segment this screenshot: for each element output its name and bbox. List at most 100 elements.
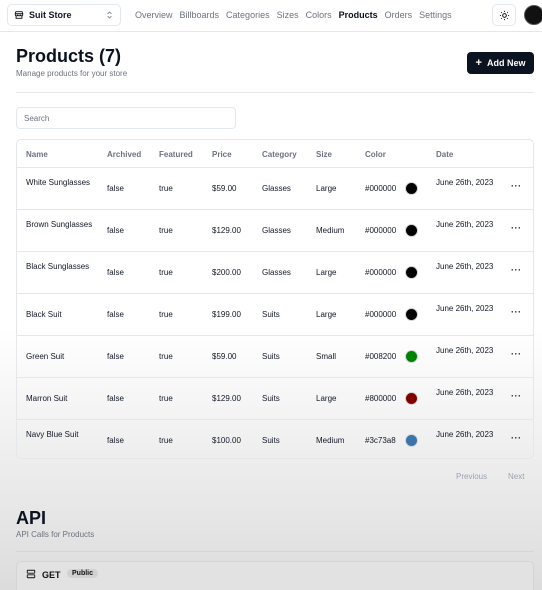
nav-products[interactable]: Products [339, 10, 378, 20]
cell-price: $129.00 [212, 226, 241, 235]
cell-date: June 26th, 2023 [436, 178, 494, 187]
cell-date: June 26th, 2023 [436, 430, 494, 439]
cell-price: $59.00 [212, 184, 237, 193]
column-header-category[interactable]: Category [262, 150, 297, 159]
cell-name: White Sunglasses [26, 178, 91, 187]
nav-colors[interactable]: Colors [306, 10, 332, 20]
nav-categories[interactable]: Categories [226, 10, 270, 20]
color-swatch [405, 182, 418, 195]
cell-category: Suits [262, 310, 280, 319]
user-avatar[interactable] [524, 5, 542, 25]
cell-archived: false [107, 352, 124, 361]
store-switcher-label: Suit Store [29, 10, 72, 20]
cell-color: #000000 [365, 184, 397, 193]
cell-archived: false [107, 184, 124, 193]
nav-sizes[interactable]: Sizes [277, 10, 299, 20]
column-header-name[interactable]: Name [26, 150, 48, 159]
cell-name: Navy Blue Suit [26, 430, 79, 439]
more-horizontal-icon[interactable]: ··· [511, 349, 522, 359]
cell-archived: false [107, 226, 124, 235]
sun-icon [499, 10, 509, 20]
table-row[interactable]: Black Sunglasses false true $200.00 Glasses L… [17, 252, 533, 294]
api-method: GET [42, 570, 61, 580]
table-header: Name Archived Featured Price Category Si… [17, 140, 533, 168]
cell-date: June 26th, 2023 [436, 304, 494, 313]
cell-date: June 26th, 2023 [436, 388, 494, 397]
cell-archived: false [107, 310, 124, 319]
cell-date: June 26th, 2023 [436, 220, 494, 229]
cell-color: #800000 [365, 394, 397, 403]
more-horizontal-icon[interactable]: ··· [511, 265, 522, 275]
cell-category: Glasses [262, 268, 291, 277]
main-nav: Overview Billboards Categories Sizes Col… [135, 0, 459, 30]
cell-category: Suits [262, 352, 280, 361]
color-swatch [405, 266, 418, 279]
chevrons-up-down-icon [107, 11, 112, 19]
color-swatch [405, 392, 418, 405]
cell-size: Large [316, 184, 337, 193]
nav-orders[interactable]: Orders [385, 10, 413, 20]
cell-price: $59.00 [212, 352, 237, 361]
more-horizontal-icon[interactable]: ··· [511, 307, 522, 317]
cell-size: Medium [316, 436, 345, 445]
server-icon [26, 569, 36, 579]
cell-featured: true [159, 268, 173, 277]
cell-size: Small [316, 352, 337, 361]
table-row[interactable]: Brown Sunglasses false true $129.00 Glasses M… [17, 210, 533, 252]
nav-overview[interactable]: Overview [135, 10, 173, 20]
column-header-price[interactable]: Price [212, 150, 232, 159]
color-swatch [405, 308, 418, 321]
more-horizontal-icon[interactable]: ··· [511, 223, 522, 233]
cell-archived: false [107, 268, 124, 277]
cell-size: Large [316, 310, 337, 319]
cell-name: Brown Sunglasses [26, 220, 93, 229]
store-switcher[interactable]: Suit Store [7, 4, 121, 26]
color-swatch [405, 224, 418, 237]
cell-price: $100.00 [212, 436, 241, 445]
nav-settings[interactable]: Settings [419, 10, 452, 20]
api-divider [16, 551, 534, 552]
api-section-subtitle: API Calls for Products [16, 530, 95, 539]
color-swatch [405, 350, 418, 363]
cell-color: #000000 [365, 310, 397, 319]
table-row[interactable]: Black Suit false true $199.00 Suits Large #000… [17, 294, 533, 336]
table-row[interactable]: White Sunglasses false true $59.00 Glasses La… [17, 168, 533, 210]
cell-color: #3c73a8 [365, 436, 396, 445]
column-header-date[interactable]: Date [436, 150, 453, 159]
search-input[interactable] [16, 107, 236, 129]
cell-featured: true [159, 394, 173, 403]
cell-featured: true [159, 310, 173, 319]
more-horizontal-icon[interactable]: ··· [511, 391, 522, 401]
column-header-color[interactable]: Color [365, 150, 386, 159]
api-section-title: API [16, 508, 47, 528]
cell-name: Black Sunglasses [26, 262, 90, 271]
previous-page-button[interactable]: Previous [456, 472, 487, 481]
nav-billboards[interactable]: Billboards [180, 10, 220, 20]
color-swatch [405, 434, 418, 447]
cell-name: Black Suit [26, 310, 62, 319]
store-icon [14, 11, 24, 19]
page-title: Products (7) [16, 46, 122, 66]
table-row[interactable]: Green Suit false true $59.00 Suits Small #0082… [17, 336, 533, 378]
more-horizontal-icon[interactable]: ··· [511, 433, 522, 443]
column-header-featured[interactable]: Featured [159, 150, 193, 159]
cell-price: $129.00 [212, 394, 241, 403]
table-row[interactable]: Navy Blue Suit false true $100.00 Suits Mediu… [17, 420, 533, 458]
cell-category: Suits [262, 394, 280, 403]
more-horizontal-icon[interactable]: ··· [511, 181, 522, 191]
column-header-archived[interactable]: Archived [107, 150, 141, 159]
api-access-badge: Public [67, 569, 99, 578]
cell-category: Suits [262, 436, 280, 445]
cell-color: #000000 [365, 268, 397, 277]
cell-category: Glasses [262, 226, 291, 235]
cell-featured: true [159, 226, 173, 235]
table-row[interactable]: Marron Suit false true $129.00 Suits Large #80… [17, 378, 533, 420]
add-new-button[interactable]: + Add New [467, 52, 534, 74]
cell-price: $199.00 [212, 310, 241, 319]
theme-toggle-button[interactable] [492, 4, 516, 26]
column-header-size[interactable]: Size [316, 150, 332, 159]
cell-color: #008200 [365, 352, 397, 361]
next-page-button[interactable]: Next [508, 472, 524, 481]
cell-size: Large [316, 268, 337, 277]
page-subtitle: Manage products for your store [16, 69, 128, 78]
